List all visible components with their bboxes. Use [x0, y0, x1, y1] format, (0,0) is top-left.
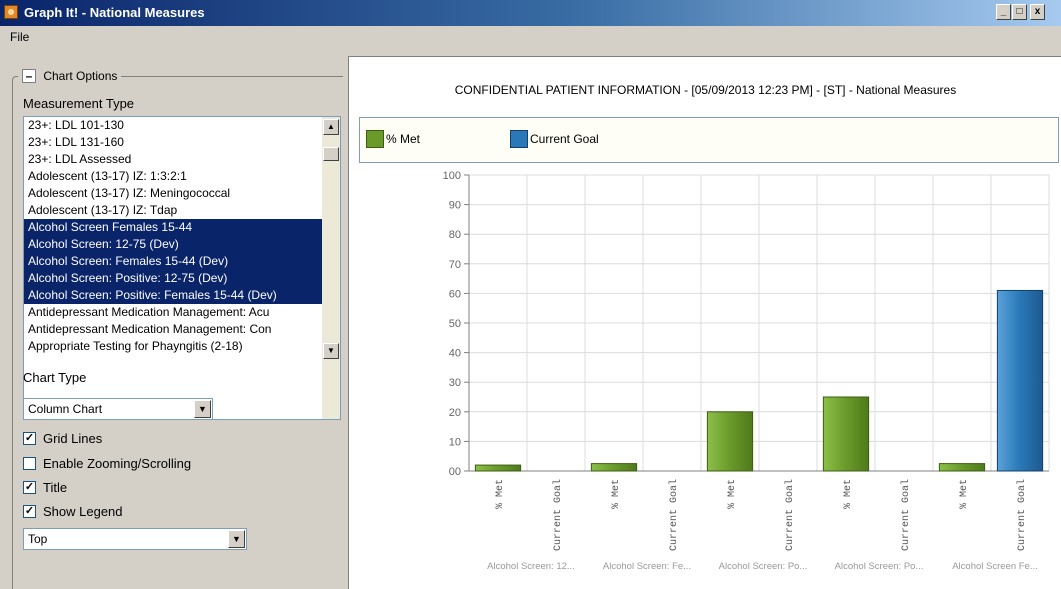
bar-series-label: Current Goal: [784, 479, 796, 551]
bar-series-label: Current Goal: [668, 479, 680, 551]
list-item[interactable]: Antidepressant Medication Management: Ac…: [24, 304, 322, 321]
collapse-button[interactable]: –: [22, 68, 36, 83]
grid-lines-checkbox[interactable]: ✓: [23, 432, 36, 445]
list-item[interactable]: Alcohol Screen: Females 15-44 (Dev): [24, 253, 322, 270]
show-legend-checkbox[interactable]: ✓: [23, 505, 36, 518]
list-item[interactable]: Adolescent (13-17) IZ: 1:3:2:1: [24, 168, 322, 185]
y-tick-label: 80: [449, 229, 461, 241]
list-scrollbar[interactable]: ▲ ▼: [322, 117, 340, 419]
legend-swatch-goal: [510, 130, 528, 148]
bar-series-label: % Met: [727, 479, 738, 509]
bar-series-label: % Met: [495, 479, 506, 509]
y-tick-label: 10: [449, 436, 461, 448]
x-category-label: Alcohol Screen: 12...: [487, 561, 575, 572]
chart-type-select[interactable]: Column Chart ▼: [23, 398, 213, 420]
bar-series-label: Current Goal: [1016, 479, 1028, 551]
chart-legend: % Met Current Goal: [359, 117, 1059, 163]
y-tick-label: 40: [449, 348, 461, 360]
list-item[interactable]: Alcohol Screen: Positive: 12-75 (Dev): [24, 270, 322, 287]
bar-met: [938, 463, 986, 472]
list-item[interactable]: 23+: LDL Assessed: [24, 151, 322, 168]
list-item[interactable]: 23+: LDL 101-130: [24, 117, 322, 134]
chart-type-label: Chart Type: [23, 370, 87, 385]
list-item[interactable]: Appropriate Testing for Phayngitis (2-18…: [24, 338, 322, 355]
bar-met: [706, 411, 754, 472]
list-item[interactable]: Alcohol Screen Females 15-44: [24, 219, 322, 236]
list-item[interactable]: 23+: LDL 131-160: [24, 134, 322, 151]
legend-label-met: % Met: [386, 132, 421, 146]
legend-position-value: Top: [28, 532, 48, 546]
y-tick-label: 100: [443, 170, 461, 182]
y-tick-label: 20: [449, 407, 461, 419]
scroll-up-icon[interactable]: ▲: [323, 119, 339, 135]
zooming-label: Enable Zooming/Scrolling: [43, 456, 192, 471]
app-icon: [4, 5, 18, 19]
list-item[interactable]: Adolescent (13-17) IZ: Tdap: [24, 202, 322, 219]
y-tick-label: 30: [449, 377, 461, 389]
scroll-down-icon[interactable]: ▼: [323, 343, 339, 359]
bar-met: [822, 396, 870, 472]
y-tick-label: 50: [449, 318, 461, 330]
bar-series-label: Current Goal: [552, 479, 564, 551]
grid-lines-label: Grid Lines: [43, 431, 103, 446]
bar-series-label: % Met: [959, 479, 970, 509]
minimize-button[interactable]: _: [996, 4, 1011, 20]
legend-label-goal: Current Goal: [530, 132, 599, 146]
chart-pane: CONFIDENTIAL PATIENT INFORMATION - [05/0…: [348, 56, 1061, 589]
bar-met: [590, 463, 638, 472]
menu-file[interactable]: File: [10, 30, 29, 44]
y-tick-label: 60: [449, 288, 461, 300]
y-tick-label: 90: [449, 200, 461, 212]
chart-options-header: – Chart Options: [18, 68, 122, 84]
title-label: Title: [43, 480, 68, 495]
title-bar: Graph It! - National Measures _ □ x: [0, 0, 1061, 26]
x-category-label: Alcohol Screen: Po...: [719, 561, 808, 572]
list-item[interactable]: Alcohol Screen: 12-75 (Dev): [24, 236, 322, 253]
show-legend-label: Show Legend: [43, 504, 123, 519]
chart-options-panel: – Chart Options Measurement Type 23+: LD…: [6, 56, 343, 589]
chevron-down-icon[interactable]: ▼: [194, 400, 211, 418]
zooming-checkbox[interactable]: [23, 457, 36, 470]
bar-met: [474, 464, 522, 472]
bar-series-label: Current Goal: [900, 479, 912, 551]
close-button[interactable]: x: [1030, 4, 1045, 20]
list-item[interactable]: Alcohol Screen: Positive: Females 15-44 …: [24, 287, 322, 304]
x-category-label: Alcohol Screen Fe...: [952, 561, 1038, 572]
list-item[interactable]: Antidepressant Medication Management: Co…: [24, 321, 322, 338]
bar-series-label: % Met: [611, 479, 622, 509]
chevron-down-icon[interactable]: ▼: [228, 530, 245, 548]
chart-options-title: Chart Options: [43, 68, 118, 83]
x-category-label: Alcohol Screen: Fe...: [603, 561, 691, 572]
menu-bar: File: [0, 26, 1061, 48]
chart-title: CONFIDENTIAL PATIENT INFORMATION - [05/0…: [454, 83, 957, 97]
measurement-type-label: Measurement Type: [23, 96, 135, 111]
chart-type-value: Column Chart: [28, 402, 103, 416]
legend-swatch-met: [366, 130, 384, 148]
title-checkbox[interactable]: ✓: [23, 481, 36, 494]
list-item[interactable]: Adolescent (13-17) IZ: Meningococcal: [24, 185, 322, 202]
restore-button[interactable]: □: [1012, 4, 1027, 20]
bar-series-label: % Met: [843, 479, 854, 509]
window-title: Graph It! - National Measures: [24, 5, 205, 20]
legend-position-select[interactable]: Top ▼: [23, 528, 247, 550]
y-tick-label: 70: [449, 259, 461, 271]
column-chart: 00 10 20 30 40 50 60 70 80 90 100 % Met Current Goal…: [443, 170, 1050, 572]
x-category-label: Alcohol Screen: Po...: [835, 561, 924, 572]
scroll-thumb[interactable]: [323, 147, 339, 161]
bar-current-goal: [996, 289, 1044, 472]
y-tick-label: 00: [449, 466, 461, 478]
measurement-items: 23+: LDL 101-130 23+: LDL 131-160 23+: LDL…: [24, 117, 322, 355]
